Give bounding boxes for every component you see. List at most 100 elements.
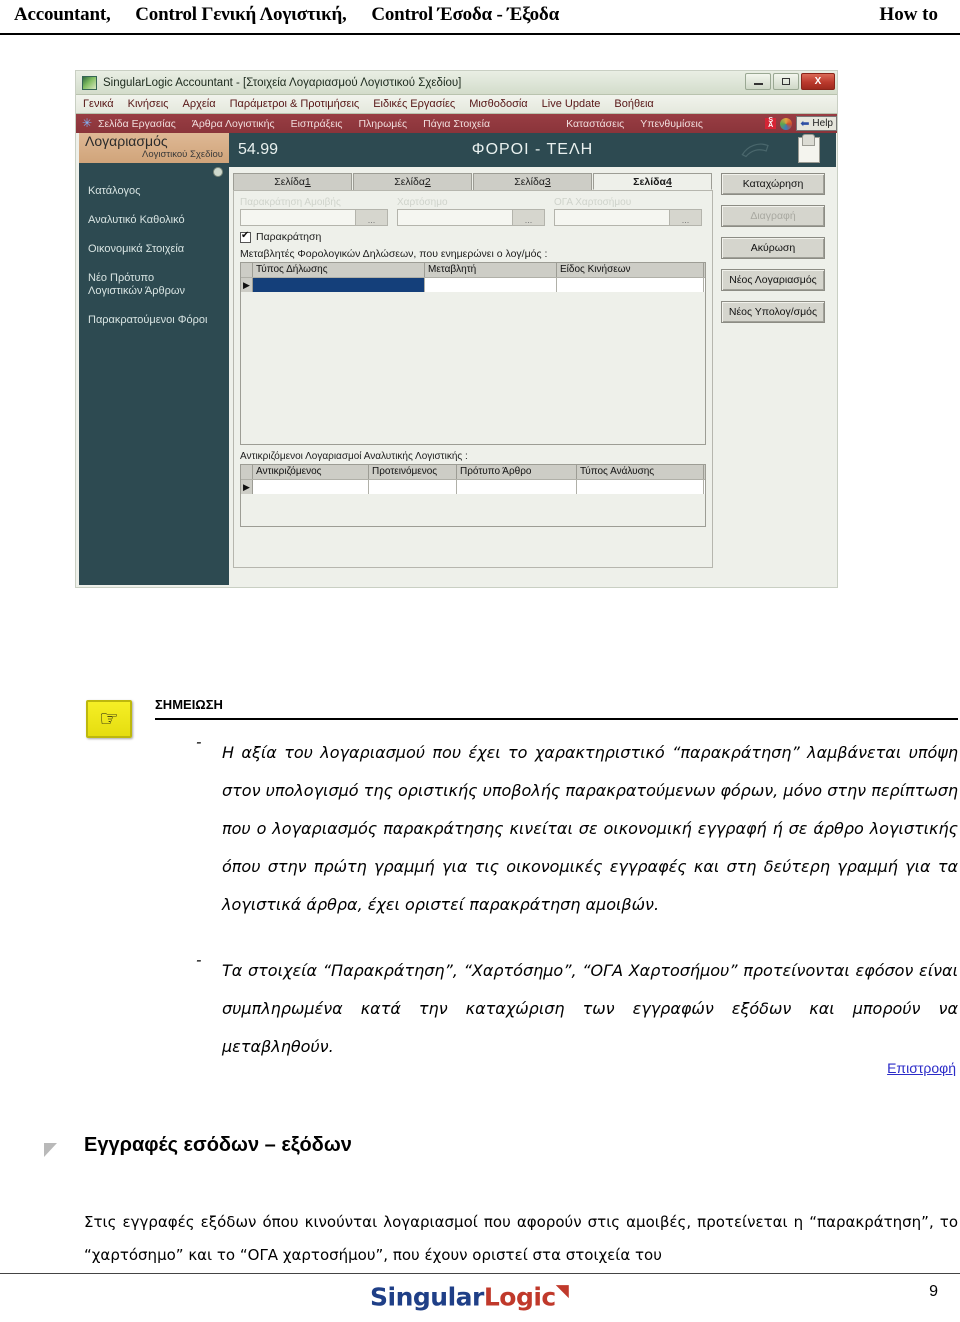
close-button[interactable]: X	[801, 73, 835, 90]
browse-button[interactable]: ...	[512, 210, 544, 225]
tab-selida-4[interactable]: Σελίδα 4	[593, 173, 712, 190]
grid2-col-protypo-arthro[interactable]: Πρότυπο Άρθρο	[457, 465, 577, 479]
tax-variables-grid[interactable]: Τύπος Δήλωσης Μεταβλητή Είδος Κινήσεων ▶	[240, 262, 706, 445]
grid-row-indicator-header	[241, 263, 253, 277]
row-selector-arrow[interactable]: ▶	[241, 480, 253, 494]
field-input-group[interactable]: ...	[240, 209, 388, 226]
sidebar-item-katalogos[interactable]: Κατάλογος	[88, 185, 220, 198]
help-button[interactable]: ⬅ Help	[796, 116, 837, 131]
toolbar-item-ypenthymiseis[interactable]: Υπενθυμίσεις	[640, 118, 703, 130]
grid2-col-proteinomenos[interactable]: Προτεινόμενος	[369, 465, 457, 479]
tab-selida-2[interactable]: Σελίδα 2	[353, 173, 472, 190]
maximize-button[interactable]	[773, 73, 799, 90]
minimize-button[interactable]	[745, 73, 771, 90]
sidebar-item-neo-protypo[interactable]: Νέο Πρότυπο Λογιστικών Άρθρων	[88, 272, 220, 298]
grid2-col-antikrizomenos[interactable]: Αντικριζόμενος	[253, 465, 369, 479]
tab-number: 3	[544, 176, 551, 188]
menu-item-genika[interactable]: Γενικά	[83, 98, 114, 110]
sidebar-item-parakratoumenoi-foroi[interactable]: Παρακρατούμενοι Φόροι	[88, 314, 220, 327]
field-oga-xartosimou: ΟΓΑ Χαρτοσήμου ...	[554, 197, 702, 226]
cell-metavliti[interactable]	[425, 278, 557, 292]
cancel-button[interactable]: Ακύρωση	[721, 237, 825, 259]
xartosimo-input[interactable]	[398, 210, 512, 225]
tab-label: Σελίδα	[394, 176, 425, 188]
field-parakratisi-amoivis: Παρακράτηση Αμοιβής ...	[240, 197, 388, 226]
toolbar-item-eispraxeis[interactable]: Εισπράξεις	[291, 118, 343, 130]
menu-item-kiniseis[interactable]: Κινήσεις	[128, 98, 169, 110]
toolbar-item-katastaseis[interactable]: Καταστάσεις	[566, 118, 624, 130]
toolbar-item-selida-ergasias[interactable]: Σελίδα Εργασίας	[98, 118, 176, 130]
table-row[interactable]: ▶	[241, 479, 705, 494]
tab-number: 4	[666, 175, 672, 188]
cell-eidos-kiniseon[interactable]	[557, 278, 704, 292]
cell-protypo-arthro[interactable]	[457, 480, 577, 494]
sidebar-header: Λογαριασμός Λογιστικού Σχεδίου	[79, 133, 229, 163]
cell-typos-dilosis[interactable]	[253, 278, 425, 292]
cell-typos-analysis[interactable]	[577, 480, 704, 494]
globe-icon[interactable]	[780, 117, 793, 130]
grid2-empty-space	[241, 494, 705, 526]
footer-divider	[0, 1273, 960, 1274]
grid2-col-typos-analysis[interactable]: Τύπος Ανάλυσης	[577, 465, 704, 479]
tab-selida-3[interactable]: Σελίδα 3	[473, 173, 592, 190]
toolbar-item-pagia-stoixeia[interactable]: Πάγια Στοιχεία	[423, 118, 490, 130]
save-button[interactable]: Καταχώρηση	[721, 173, 825, 195]
field-input-group[interactable]: ...	[397, 209, 545, 226]
note-divider	[155, 718, 958, 720]
parakratisi-amoivis-input[interactable]	[241, 210, 355, 225]
table-row[interactable]: ▶	[241, 277, 705, 292]
pin-icon[interactable]	[213, 167, 223, 177]
back-link[interactable]: Επιστροφή	[0, 1060, 956, 1076]
grid2-header-row: Αντικριζόμενος Προτεινόμενος Πρότυπο Άρθ…	[241, 465, 705, 479]
pointing-hand-icon: ☞	[86, 700, 132, 738]
page-title: Εγγραφές εσόδων – εξόδων	[84, 1134, 352, 1156]
note-page-icon[interactable]	[798, 134, 820, 163]
sidebar-item-analytiko-katholiko[interactable]: Αναλυτικό Καθολικό	[88, 214, 220, 227]
field-label: Παρακράτηση Αμοιβής	[240, 197, 341, 208]
left-sidebar: Λογαριασμός Λογιστικού Σχεδίου Κατάλογος…	[79, 133, 229, 585]
cell-antikrizomenos[interactable]	[253, 480, 369, 494]
row-selector-arrow[interactable]: ▶	[241, 278, 253, 292]
menu-item-eidikes-ergasies[interactable]: Ειδικές Εργασίες	[373, 98, 455, 110]
how-to-label: How to	[879, 4, 938, 25]
header-divider	[0, 33, 960, 35]
new-account-button[interactable]: Νέος Λογαριασμός	[721, 269, 825, 291]
singularlogic-logo: SingularLogic◥	[370, 1281, 569, 1311]
tab-number: 1	[304, 176, 311, 188]
grid1-empty-space	[241, 292, 705, 444]
new-calculation-button[interactable]: Νέος Υπολογ/σμός	[721, 301, 825, 323]
menu-item-voitheia[interactable]: Βοήθεια	[614, 98, 653, 110]
window-controls: X	[745, 73, 835, 90]
language-icon[interactable]: SA	[765, 117, 777, 129]
checkbox-checked-icon[interactable]	[240, 230, 251, 243]
sidebar-item-oikonomika-stoixeia[interactable]: Οικονομικά Στοιχεία	[88, 243, 220, 256]
grid1-col-metavliti[interactable]: Μεταβλητή	[425, 263, 557, 277]
cell-proteinomenos[interactable]	[369, 480, 457, 494]
browse-button[interactable]: ...	[669, 210, 701, 225]
parakratisi-checkbox-row[interactable]: Παρακράτηση	[240, 230, 706, 243]
tab-number: 2	[424, 176, 431, 188]
browse-button[interactable]: ...	[355, 210, 387, 225]
menu-item-live-update[interactable]: Live Update	[542, 98, 601, 110]
section-arrow-icon	[44, 1143, 57, 1157]
grid1-col-eidos-kiniseon[interactable]: Είδος Κινήσεων	[557, 263, 704, 277]
bullet-dash: -	[196, 734, 202, 751]
app-icon	[82, 75, 97, 90]
grid1-col-typos-dilosis[interactable]: Τύπος Δήλωσης	[253, 263, 425, 277]
menu-item-arxeia[interactable]: Αρχεία	[182, 98, 215, 110]
list-item: - Τα στοιχεία “Παρακράτηση”, “Χαρτόσημο”…	[196, 952, 958, 1066]
delete-button[interactable]: Διαγραφή	[721, 205, 825, 227]
field-input-group[interactable]: ...	[554, 209, 702, 226]
bullet-text: Η αξία του λογαριασμού που έχει το χαρακ…	[222, 743, 958, 914]
menu-item-parametroi[interactable]: Παράμετροι & Προτιμήσεις	[230, 98, 360, 110]
toolbar-item-arthra-logistikis[interactable]: Άρθρα Λογιστικής	[192, 118, 275, 130]
toolbar-item-pliromes[interactable]: Πληρωμές	[358, 118, 407, 130]
oga-xartosimou-input[interactable]	[555, 210, 669, 225]
offset-accounts-grid[interactable]: Αντικριζόμενος Προτεινόμενος Πρότυπο Άρθ…	[240, 464, 706, 527]
page-number: 9	[929, 1283, 938, 1300]
menu-item-misthodosia[interactable]: Μισθοδοσία	[469, 98, 527, 110]
tab-selida-1[interactable]: Σελίδα 1	[233, 173, 352, 190]
field-xartosimo: Χαρτόσημο ...	[397, 197, 545, 226]
list-item: - Η αξία του λογαριασμού που έχει το χαρ…	[196, 734, 958, 924]
bullet-dash: -	[196, 952, 202, 969]
